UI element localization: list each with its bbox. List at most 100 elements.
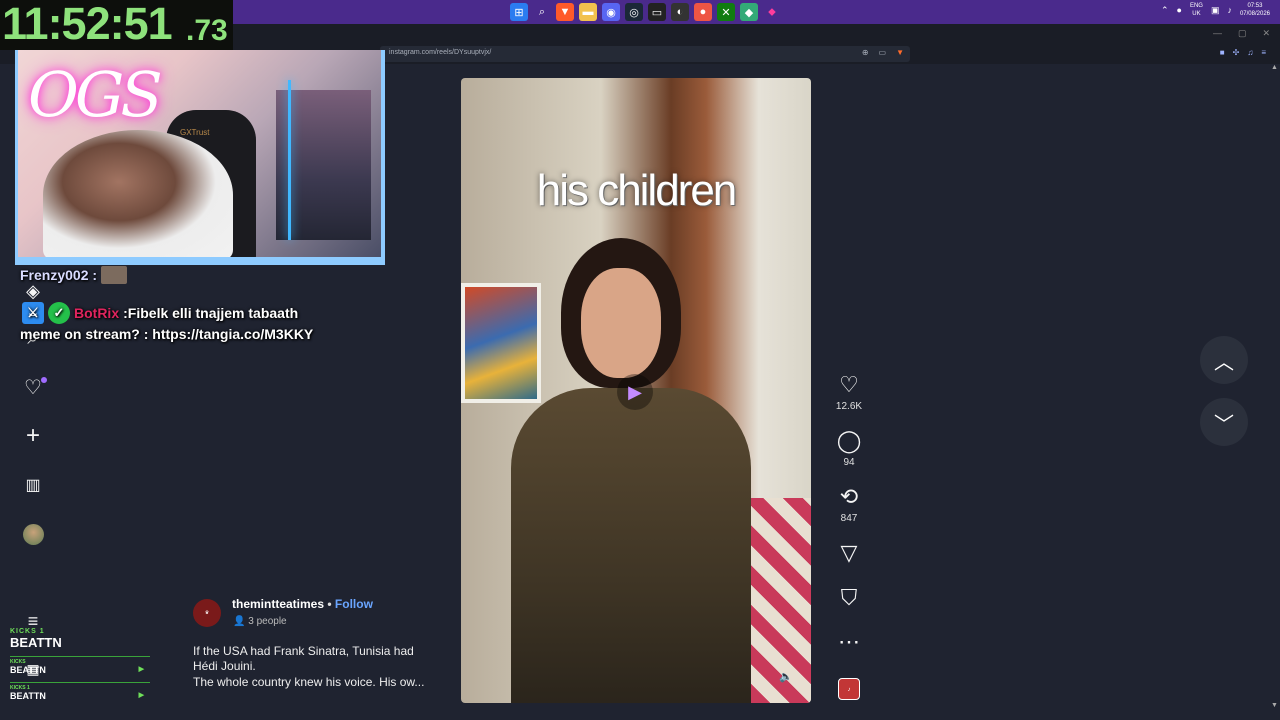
like-action[interactable]: ♡ 12.6K <box>834 373 864 413</box>
reel-video[interactable]: his children ▶ 🔈 <box>461 78 811 703</box>
maps-icon[interactable]: ⬥ <box>763 3 781 21</box>
share-action[interactable]: ▽ <box>834 541 864 565</box>
person-icon: 👤 <box>233 616 246 627</box>
start-icon[interactable]: ⊞ <box>510 3 528 21</box>
comment-count: 94 <box>843 457 855 468</box>
heart-icon[interactable]: ♡ <box>834 373 864 397</box>
taskbar-apps: ⊞ ⌕ ▼ ▬ ◉ ◎ ▭ ◐ ● ✕ ◆ ⬥ <box>510 3 781 21</box>
more-action[interactable]: ⋯ <box>834 630 864 654</box>
woman-dress <box>511 388 751 703</box>
bot-message-cont: meme on stream? : https://tangia.co/M3KK… <box>20 326 314 342</box>
next-reel-button[interactable]: ﹀ <box>1200 398 1248 446</box>
led-strip <box>288 80 291 240</box>
timer-centiseconds: .73 <box>186 14 228 47</box>
like-count: 12.6K <box>835 401 863 412</box>
clock[interactable]: 07:53 07/08/2026 <box>1240 2 1270 18</box>
collaborators[interactable]: 👤 3 people <box>233 616 287 627</box>
webcam-feed: OGS GXTrust <box>18 50 381 257</box>
search-icon[interactable]: ⌕ <box>533 3 551 21</box>
kicks-label: KICKS 1 <box>10 628 45 635</box>
scroll-up-icon[interactable]: ▲ <box>1271 64 1278 71</box>
stream-timer: 11:52:51 .73 <box>0 0 233 50</box>
network-icon[interactable]: ▣ <box>1211 5 1220 16</box>
cast-icon[interactable]: ▭ <box>879 48 887 57</box>
repost-action[interactable]: ⟲ 847 <box>834 485 864 525</box>
volume-icon[interactable]: ♪ <box>1227 5 1232 15</box>
minimize-icon[interactable]: — <box>1213 28 1222 39</box>
chair-logo: GXTrust <box>180 128 210 137</box>
painting <box>461 283 541 403</box>
discord-icon[interactable]: ◉ <box>602 3 620 21</box>
repost-count: 847 <box>840 513 858 524</box>
audio-thumbnail[interactable]: ♪ <box>838 678 860 700</box>
extension-icon[interactable]: ■ <box>1220 48 1225 57</box>
streamer <box>43 130 233 257</box>
kicks-row: KICKS BEATTN ▶ <box>10 656 150 682</box>
chat-message-2: ⚔ ✓ BotRix :Fibelk elli tnajjem tabaath <box>22 302 298 324</box>
scrollbar[interactable]: ▲ ▼ <box>1271 64 1278 714</box>
repost-icon[interactable]: ⟲ <box>834 485 864 509</box>
folder-icon[interactable]: ▬ <box>579 3 597 21</box>
bot-message: :Fibelk elli tnajjem tabaath <box>123 305 299 321</box>
play-icon: ▶ <box>138 692 144 699</box>
bookmark-icon[interactable]: ⛉ <box>834 586 864 610</box>
menu-icon[interactable]: ≡ <box>1261 48 1266 57</box>
create-plus-icon[interactable]: + <box>20 422 46 449</box>
chat-username: Frenzy002 : <box>20 267 98 283</box>
address-bar-icons: ⊕ ▭ ▼ <box>862 48 904 57</box>
chevron-up-icon: ︿ <box>1214 351 1234 374</box>
chevron-down-icon: ﹀ <box>1214 413 1234 436</box>
kicks-top-name: BEATTN <box>10 635 62 650</box>
url-text: instagram.com/reels/DYsuuptvjx/ <box>389 49 492 56</box>
window-controls: — ▢ ✕ <box>1213 28 1270 39</box>
brave-icon[interactable]: ▼ <box>556 3 574 21</box>
game-icon[interactable]: ◆ <box>740 3 758 21</box>
obs-icon[interactable]: ◐ <box>671 3 689 21</box>
scroll-down-icon[interactable]: ▼ <box>1271 702 1278 709</box>
maximize-icon[interactable]: ▢ <box>1238 28 1247 39</box>
separator: • <box>327 597 332 611</box>
verified-check-icon: ✓ <box>48 302 70 324</box>
play-button[interactable]: ▶ <box>617 374 653 410</box>
steam-icon[interactable]: ◎ <box>625 3 643 21</box>
zoom-icon[interactable]: ⊕ <box>862 48 869 57</box>
previous-reel-button[interactable]: ︿ <box>1200 336 1248 384</box>
author-line: themintteatimes • Follow <box>232 597 373 611</box>
close-icon[interactable]: ✕ <box>1262 28 1270 39</box>
bot-username: BotRix <box>74 305 120 321</box>
follow-button[interactable]: Follow <box>335 597 373 611</box>
profile-avatar[interactable] <box>23 524 44 545</box>
notification-dot <box>41 377 47 383</box>
play-icon: ▶ <box>138 666 144 673</box>
author-avatar[interactable]: ♛ <box>193 599 221 627</box>
save-action[interactable]: ⛉ <box>834 586 864 610</box>
kicks-overlay: KICKS 1 BEATTN KICKS BEATTN ▶ KICKS 1 BE… <box>10 628 150 708</box>
language-indicator[interactable]: ENG UK <box>1190 2 1203 18</box>
puzzle-icon[interactable]: ✣ <box>1233 48 1240 57</box>
caption-line-2[interactable]: The whole country knew his voice. His ow… <box>193 675 424 689</box>
chat-message-1: Frenzy002 : <box>20 266 128 284</box>
reel-overlay-text: his children <box>536 166 738 215</box>
music-icon[interactable]: ♫ <box>1247 48 1253 57</box>
author-username[interactable]: themintteatimes <box>232 597 324 611</box>
more-icon[interactable]: ⋯ <box>834 630 864 654</box>
extension-icons: ■ ✣ ♫ ≡ <box>1220 48 1266 57</box>
emote-icon <box>101 266 128 284</box>
webcam-overlay: OGS GXTrust <box>15 50 385 265</box>
mic-icon[interactable]: ● <box>1177 5 1182 15</box>
chrome-icon[interactable]: ● <box>694 3 712 21</box>
kicks-row: KICKS 1 BEATTN ▶ <box>10 682 150 708</box>
neon-sign: OGS <box>28 58 163 131</box>
woman-face <box>581 268 661 378</box>
share-icon[interactable]: ▽ <box>834 541 864 565</box>
mute-icon[interactable]: 🔈 <box>779 670 793 683</box>
address-bar[interactable]: instagram.com/reels/DYsuuptvjx/ ⊕ ▭ ▼ <box>380 46 910 62</box>
comment-icon[interactable]: ◯ <box>834 429 864 453</box>
comment-action[interactable]: ◯ 94 <box>834 429 864 469</box>
timer-main: 11:52:51 <box>2 0 173 49</box>
chevron-up-icon[interactable]: ⌃ <box>1161 5 1169 16</box>
xbox-icon[interactable]: ✕ <box>717 3 735 21</box>
terminal-icon[interactable]: ▭ <box>648 3 666 21</box>
brave-shield-icon[interactable]: ▼ <box>896 48 904 57</box>
dashboard-icon[interactable]: ▥ <box>20 472 46 498</box>
